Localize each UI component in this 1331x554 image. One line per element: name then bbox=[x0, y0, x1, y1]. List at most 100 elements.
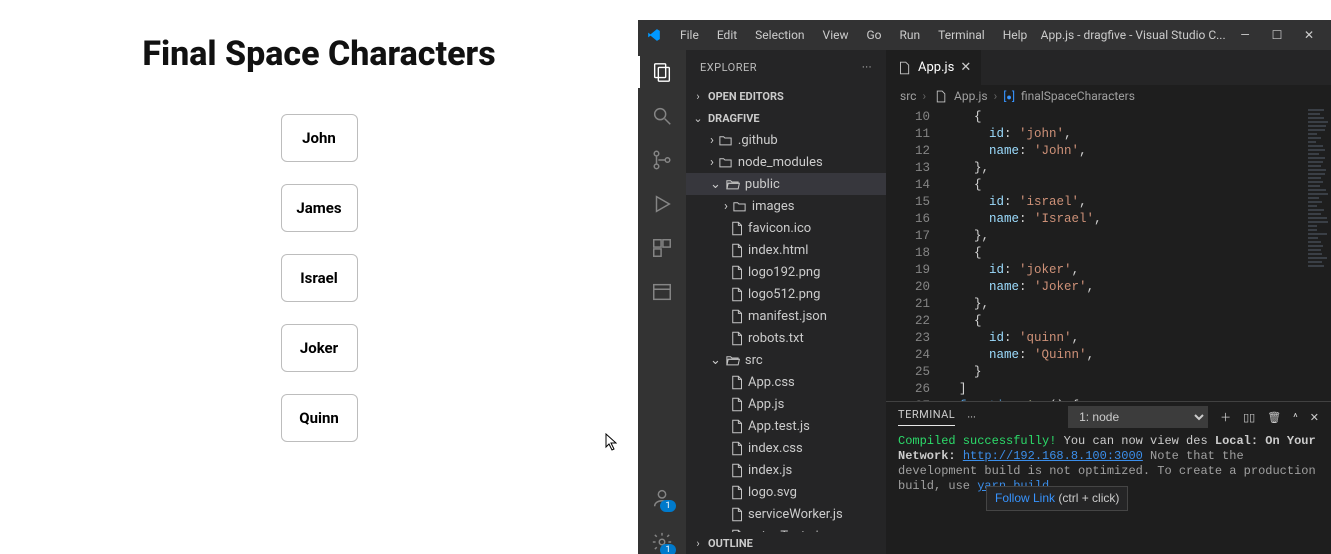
preview-icon[interactable] bbox=[650, 280, 674, 304]
file-icon bbox=[728, 220, 744, 236]
folder-open-icon bbox=[725, 176, 741, 192]
breadcrumb-symbol[interactable]: finalSpaceCharacters bbox=[1021, 89, 1135, 103]
tree-item[interactable]: ›images bbox=[686, 195, 886, 217]
menu-view[interactable]: View bbox=[815, 24, 857, 46]
terminal-line: You can now view des bbox=[1064, 434, 1208, 448]
code-editor[interactable]: 1011121314151617181920212223242526272829… bbox=[886, 107, 1331, 401]
tree-label: index.css bbox=[748, 441, 803, 456]
tree-item[interactable]: manifest.json bbox=[686, 305, 886, 327]
tree-label: src bbox=[745, 353, 763, 368]
tree-label: logo192.png bbox=[748, 265, 820, 280]
vscode-window: FileEditSelectionViewGoRunTerminalHelp A… bbox=[638, 20, 1331, 554]
character-list: John James Israel Joker Quinn bbox=[0, 114, 638, 442]
character-card[interactable]: James bbox=[281, 184, 358, 232]
open-editors-section[interactable]: ›OPEN EDITORS bbox=[686, 85, 886, 107]
maximize-button[interactable]: ☐ bbox=[1263, 25, 1291, 45]
maximize-panel-icon[interactable]: ^ bbox=[1293, 411, 1298, 424]
folder-open-icon bbox=[725, 352, 741, 368]
settings-badge: 1 bbox=[660, 544, 676, 554]
tree-label: index.js bbox=[748, 463, 792, 478]
tree-item[interactable]: ⌄src bbox=[686, 349, 886, 371]
menu-file[interactable]: File bbox=[672, 24, 707, 46]
outline-section[interactable]: ›OUTLINE bbox=[686, 532, 886, 554]
tree-item[interactable]: ›.github bbox=[686, 129, 886, 151]
tab-label: App.js bbox=[918, 60, 954, 75]
explorer-label: EXPLORER bbox=[700, 61, 757, 74]
js-file-icon bbox=[932, 88, 948, 104]
tree-label: logo.svg bbox=[748, 485, 797, 500]
tree-label: public bbox=[745, 177, 780, 192]
tree-item[interactable]: index.js bbox=[686, 459, 886, 481]
menu-edit[interactable]: Edit bbox=[709, 24, 745, 46]
code-content[interactable]: { id: 'john', name: 'John', }, { id: 'is… bbox=[944, 107, 1331, 401]
split-terminal-icon[interactable]: ▯▯ bbox=[1243, 411, 1255, 424]
tab-close-icon[interactable]: ✕ bbox=[960, 60, 971, 75]
symbol-icon: [●] bbox=[1003, 89, 1015, 103]
outline-label: OUTLINE bbox=[708, 537, 753, 550]
chevron-icon: › bbox=[724, 199, 728, 214]
extensions-icon[interactable] bbox=[650, 236, 674, 260]
search-icon[interactable] bbox=[650, 104, 674, 128]
tree-label: index.html bbox=[748, 243, 808, 258]
chevron-icon: › bbox=[710, 133, 714, 148]
tree-item[interactable]: favicon.ico bbox=[686, 217, 886, 239]
tree-item[interactable]: setupTests.is bbox=[686, 525, 886, 532]
tree-item[interactable]: ›node_modules bbox=[686, 151, 886, 173]
project-section[interactable]: ⌄DRAGFIVE bbox=[686, 107, 886, 129]
chevron-icon: › bbox=[710, 155, 714, 170]
tree-label: robots.txt bbox=[748, 331, 804, 346]
tree-item[interactable]: ⌄public bbox=[686, 173, 886, 195]
menu-help[interactable]: Help bbox=[995, 24, 1036, 46]
terminal-panel: TERMINAL ··· 1: node ＋ ▯▯ 🗑 ^ ✕ Compiled… bbox=[886, 401, 1331, 554]
tree-label: serviceWorker.js bbox=[748, 507, 843, 522]
terminal-selector[interactable]: 1: node bbox=[1068, 406, 1208, 428]
breadcrumb[interactable]: src› App.js› [●] finalSpaceCharacters bbox=[886, 85, 1331, 107]
folder-icon bbox=[718, 154, 734, 170]
accounts-icon[interactable]: 1 bbox=[650, 486, 674, 510]
terminal-link[interactable]: http://192.168.8.100:3000 bbox=[963, 449, 1143, 463]
close-button[interactable]: ✕ bbox=[1295, 25, 1323, 45]
character-card[interactable]: Quinn bbox=[281, 394, 358, 442]
terminal-line: Compiled successfully! bbox=[898, 434, 1056, 448]
source-control-icon[interactable] bbox=[650, 148, 674, 172]
character-card[interactable]: Joker bbox=[281, 324, 358, 372]
tree-item[interactable]: serviceWorker.js bbox=[686, 503, 886, 525]
tree-item[interactable]: App.js bbox=[686, 393, 886, 415]
accounts-badge: 1 bbox=[660, 500, 676, 512]
new-terminal-icon[interactable]: ＋ bbox=[1220, 409, 1231, 425]
folder-icon bbox=[718, 132, 734, 148]
breadcrumb-src[interactable]: src bbox=[900, 89, 916, 103]
open-editors-label: OPEN EDITORS bbox=[708, 90, 784, 103]
tree-item[interactable]: index.css bbox=[686, 437, 886, 459]
tab-app-js[interactable]: App.js ✕ bbox=[886, 50, 982, 85]
settings-gear-icon[interactable]: 1 bbox=[650, 530, 674, 554]
page-title: Final Space Characters bbox=[0, 34, 638, 74]
explorer-icon[interactable] bbox=[650, 60, 674, 84]
menu-go[interactable]: Go bbox=[859, 24, 890, 46]
kill-terminal-icon[interactable]: 🗑 bbox=[1267, 411, 1281, 424]
character-card[interactable]: John bbox=[281, 114, 358, 162]
character-card[interactable]: Israel bbox=[281, 254, 358, 302]
terminal-output[interactable]: Compiled successfully! You can now view … bbox=[886, 432, 1331, 554]
tree-item[interactable]: logo.svg bbox=[686, 481, 886, 503]
run-debug-icon[interactable] bbox=[650, 192, 674, 216]
window-title: App.js - dragfive - Visual Studio C... bbox=[1039, 28, 1227, 42]
menu-selection[interactable]: Selection bbox=[747, 24, 812, 46]
tree-item[interactable]: App.test.js bbox=[686, 415, 886, 437]
more-icon[interactable]: ··· bbox=[862, 61, 872, 74]
menu-run[interactable]: Run bbox=[892, 24, 929, 46]
tree-item[interactable]: logo512.png bbox=[686, 283, 886, 305]
minimap[interactable] bbox=[1305, 107, 1331, 401]
close-panel-icon[interactable]: ✕ bbox=[1310, 411, 1319, 424]
tree-item[interactable]: robots.txt bbox=[686, 327, 886, 349]
terminal-tab[interactable]: TERMINAL bbox=[898, 408, 955, 426]
breadcrumb-file[interactable]: App.js bbox=[954, 89, 988, 103]
tree-label: logo512.png bbox=[748, 287, 820, 302]
browser-app: Final Space Characters JohnJamesIsraelJo… bbox=[0, 0, 638, 554]
tree-item[interactable]: App.css bbox=[686, 371, 886, 393]
minimize-button[interactable]: — bbox=[1231, 25, 1259, 45]
tree-item[interactable]: index.html bbox=[686, 239, 886, 261]
tree-item[interactable]: logo192.png bbox=[686, 261, 886, 283]
terminal-more-icon[interactable]: ··· bbox=[967, 411, 976, 424]
menu-terminal[interactable]: Terminal bbox=[930, 24, 993, 46]
